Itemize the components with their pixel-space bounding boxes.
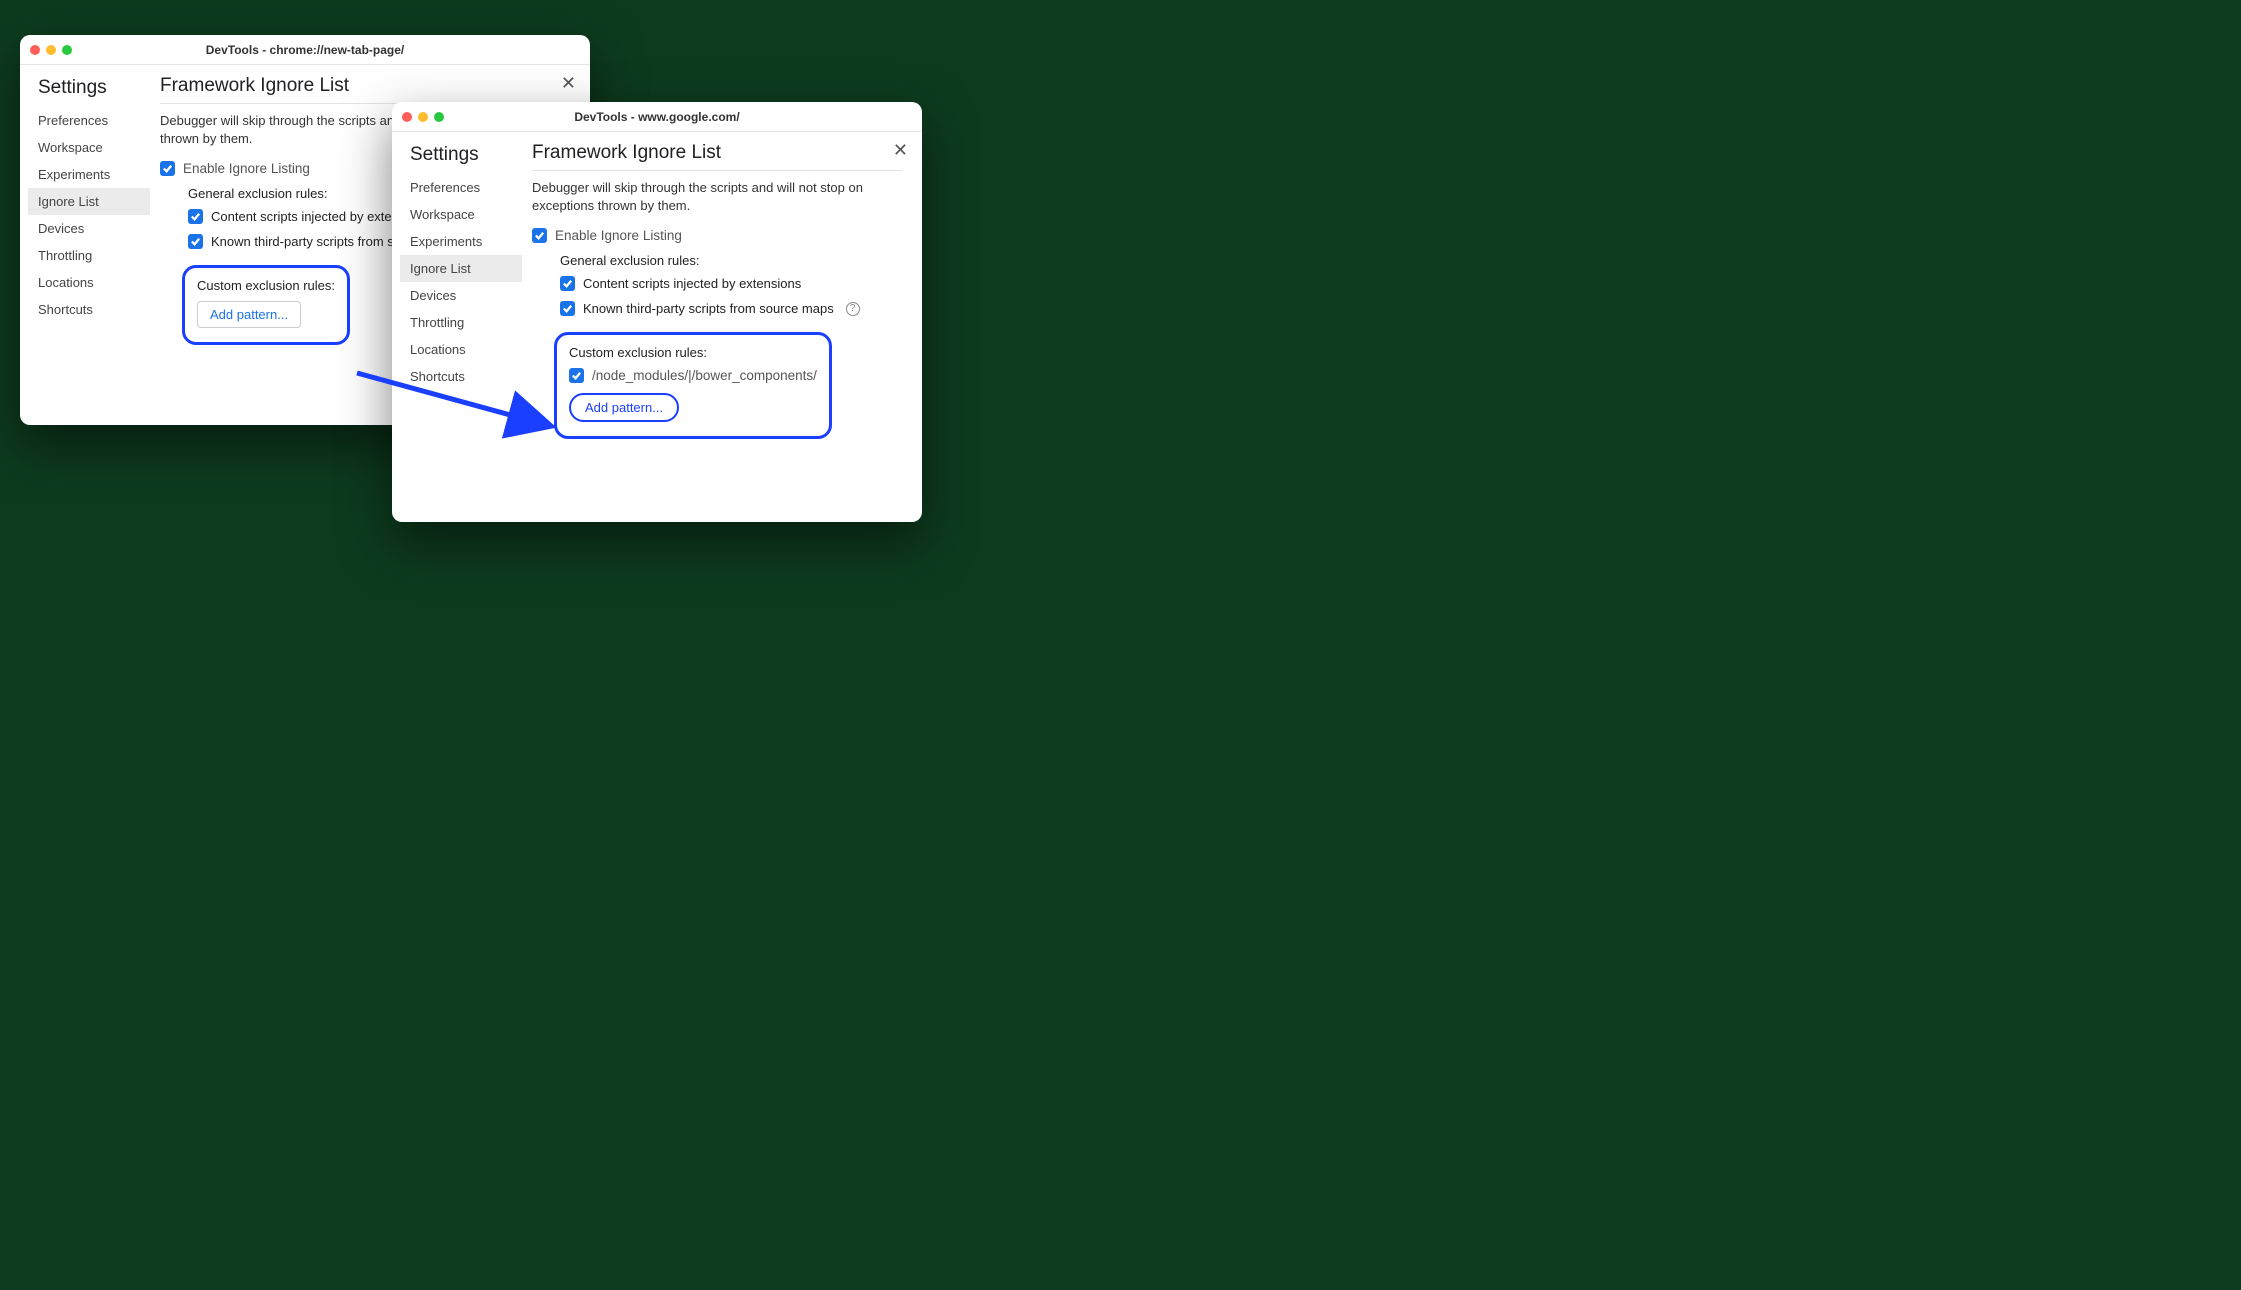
rule-label: Content scripts injected by extensions xyxy=(583,276,801,291)
add-pattern-button[interactable]: Add pattern... xyxy=(197,301,301,328)
checkbox-icon xyxy=(532,228,547,243)
sidebar-item-preferences[interactable]: Preferences xyxy=(28,107,150,134)
rule-content-scripts[interactable]: Content scripts injected by extensions xyxy=(560,276,902,291)
section-title: Framework Ignore List xyxy=(532,142,902,171)
sidebar-item-workspace[interactable]: Workspace xyxy=(28,134,150,161)
minimize-window-button[interactable] xyxy=(418,112,428,122)
close-icon[interactable]: ✕ xyxy=(561,73,576,94)
help-icon[interactable]: ? xyxy=(846,302,860,316)
sidebar-item-devices[interactable]: Devices xyxy=(400,282,522,309)
enable-label: Enable Ignore Listing xyxy=(555,228,682,243)
custom-rules-highlight: Custom exclusion rules: /node_modules/|/… xyxy=(554,332,832,439)
enable-ignore-listing-row[interactable]: Enable Ignore Listing xyxy=(532,228,902,243)
sidebar-item-ignore-list[interactable]: Ignore List xyxy=(28,188,150,215)
devtools-window-2: DevTools - www.google.com/ Settings Pref… xyxy=(392,102,922,522)
settings-content: ✕ Framework Ignore List Debugger will sk… xyxy=(522,132,922,522)
sidebar-item-workspace[interactable]: Workspace xyxy=(400,201,522,228)
section-desc: Debugger will skip through the scripts a… xyxy=(532,179,902,214)
custom-rules-label: Custom exclusion rules: xyxy=(569,345,817,360)
window-title: DevTools - www.google.com/ xyxy=(392,110,922,124)
general-rules-label: General exclusion rules: xyxy=(560,253,902,268)
settings-sidebar: Settings Preferences Workspace Experimen… xyxy=(392,132,522,522)
settings-sidebar: Settings Preferences Workspace Experimen… xyxy=(20,65,150,425)
sidebar-item-throttling[interactable]: Throttling xyxy=(28,242,150,269)
sidebar-title: Settings xyxy=(28,73,150,107)
close-window-button[interactable] xyxy=(30,45,40,55)
checkbox-icon xyxy=(188,234,203,249)
window-title: DevTools - chrome://new-tab-page/ xyxy=(20,43,590,57)
sidebar-item-devices[interactable]: Devices xyxy=(28,215,150,242)
traffic-lights xyxy=(402,112,444,122)
sidebar-item-ignore-list[interactable]: Ignore List xyxy=(400,255,522,282)
traffic-lights xyxy=(30,45,72,55)
custom-rules-label: Custom exclusion rules: xyxy=(197,278,335,293)
checkbox-icon xyxy=(560,276,575,291)
custom-pattern-row[interactable]: /node_modules/|/bower_components/ xyxy=(569,368,817,383)
checkbox-icon xyxy=(560,301,575,316)
sidebar-item-locations[interactable]: Locations xyxy=(400,336,522,363)
checkbox-icon xyxy=(569,368,584,383)
rule-third-party[interactable]: Known third-party scripts from source ma… xyxy=(560,301,902,316)
sidebar-item-shortcuts[interactable]: Shortcuts xyxy=(28,296,150,323)
custom-rules-highlight: Custom exclusion rules: Add pattern... xyxy=(182,265,350,345)
sidebar-item-experiments[interactable]: Experiments xyxy=(400,228,522,255)
checkbox-icon xyxy=(188,209,203,224)
sidebar-title: Settings xyxy=(400,140,522,174)
titlebar: DevTools - www.google.com/ xyxy=(392,102,922,132)
sidebar-item-experiments[interactable]: Experiments xyxy=(28,161,150,188)
checkbox-icon xyxy=(160,161,175,176)
enable-label: Enable Ignore Listing xyxy=(183,161,310,176)
maximize-window-button[interactable] xyxy=(434,112,444,122)
pattern-text: /node_modules/|/bower_components/ xyxy=(592,368,817,383)
rule-label: Known third-party scripts from source ma… xyxy=(583,301,834,316)
sidebar-item-preferences[interactable]: Preferences xyxy=(400,174,522,201)
close-icon[interactable]: ✕ xyxy=(893,140,908,161)
section-title: Framework Ignore List xyxy=(160,75,570,104)
close-window-button[interactable] xyxy=(402,112,412,122)
sidebar-item-shortcuts[interactable]: Shortcuts xyxy=(400,363,522,390)
maximize-window-button[interactable] xyxy=(62,45,72,55)
add-pattern-button[interactable]: Add pattern... xyxy=(569,393,679,422)
titlebar: DevTools - chrome://new-tab-page/ xyxy=(20,35,590,65)
sidebar-item-throttling[interactable]: Throttling xyxy=(400,309,522,336)
minimize-window-button[interactable] xyxy=(46,45,56,55)
sidebar-item-locations[interactable]: Locations xyxy=(28,269,150,296)
